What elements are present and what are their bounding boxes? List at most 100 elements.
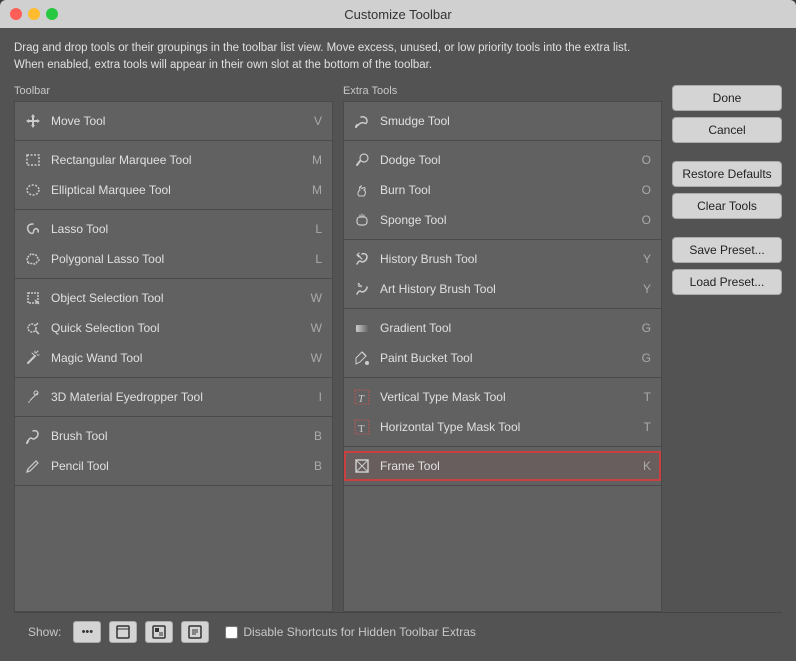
list-item[interactable]: Gradient Tool G: [344, 313, 661, 343]
v-type-mask-shortcut: T: [644, 390, 651, 404]
list-item[interactable]: Rectangular Marquee Tool M: [15, 145, 332, 175]
clear-tools-button[interactable]: Clear Tools: [672, 193, 782, 219]
load-preset-button[interactable]: Load Preset...: [672, 269, 782, 295]
toolbar-icon-2[interactable]: [145, 621, 173, 643]
list-item[interactable]: T Vertical Type Mask Tool T: [344, 382, 661, 412]
smudge-icon: [352, 111, 372, 131]
lasso-icon: [23, 219, 43, 239]
art-history-brush-shortcut: Y: [643, 282, 651, 296]
extra-group-2: Dodge Tool O Burn Tool O: [344, 141, 661, 240]
extra-tools-panel[interactable]: Smudge Tool Dodge Tool: [343, 101, 662, 613]
title-bar: Customize Toolbar: [0, 0, 796, 28]
burn-shortcut: O: [642, 183, 651, 197]
list-item[interactable]: Elliptical Marquee Tool M: [15, 175, 332, 205]
disable-shortcuts-checkbox[interactable]: [225, 626, 238, 639]
list-item[interactable]: Burn Tool O: [344, 175, 661, 205]
minimize-button[interactable]: [28, 8, 40, 20]
v-type-mask-icon: T: [352, 387, 372, 407]
rect-marquee-icon: [23, 150, 43, 170]
toolbar-group-5: 3D Material Eyedropper Tool I: [15, 378, 332, 417]
sponge-shortcut: O: [642, 213, 651, 227]
list-item[interactable]: Smudge Tool: [344, 106, 661, 136]
list-item[interactable]: Pencil Tool B: [15, 451, 332, 481]
list-item[interactable]: T Horizontal Type Mask Tool T: [344, 412, 661, 442]
cancel-button[interactable]: Cancel: [672, 117, 782, 143]
save-preset-button[interactable]: Save Preset...: [672, 237, 782, 263]
history-brush-shortcut: Y: [643, 252, 651, 266]
quick-sel-icon: [23, 318, 43, 338]
toolbar-group-4: Object Selection Tool W Quick Selection …: [15, 279, 332, 378]
quick-sel-name: Quick Selection Tool: [51, 321, 307, 335]
poly-lasso-name: Polygonal Lasso Tool: [51, 252, 311, 266]
poly-lasso-icon: [23, 249, 43, 269]
gradient-name: Gradient Tool: [380, 321, 638, 335]
move-tool-shortcut: V: [314, 114, 322, 128]
pencil-name: Pencil Tool: [51, 459, 310, 473]
toolbar-group-2: Rectangular Marquee Tool M Elliptical Ma…: [15, 141, 332, 210]
toolbar-icon-3[interactable]: [181, 621, 209, 643]
dodge-shortcut: O: [642, 153, 651, 167]
eyedropper-icon: [23, 387, 43, 407]
dodge-icon: [352, 150, 372, 170]
list-item[interactable]: Object Selection Tool W: [15, 283, 332, 313]
list-item[interactable]: Paint Bucket Tool G: [344, 343, 661, 373]
dots-button[interactable]: •••: [73, 621, 101, 643]
sidebar-buttons: Done Cancel Restore Defaults Clear Tools…: [672, 85, 782, 613]
list-item[interactable]: Brush Tool B: [15, 421, 332, 451]
extra-group-1: Smudge Tool: [344, 102, 661, 141]
toolbar-panel[interactable]: Move Tool V Rectangular Marquee Tool M: [14, 101, 333, 613]
move-tool-icon: [23, 111, 43, 131]
sponge-name: Sponge Tool: [380, 213, 638, 227]
object-sel-name: Object Selection Tool: [51, 291, 307, 305]
maximize-button[interactable]: [46, 8, 58, 20]
toolbar-panel-container: Toolbar Move Tool V: [14, 85, 333, 613]
rect-marquee-shortcut: M: [312, 153, 322, 167]
magic-wand-name: Magic Wand Tool: [51, 351, 307, 365]
list-item[interactable]: 3D Material Eyedropper Tool I: [15, 382, 332, 412]
extra-tools-label: Extra Tools: [343, 85, 662, 97]
frame-tool-icon: [352, 456, 372, 476]
dialog-title: Customize Toolbar: [344, 7, 451, 22]
list-item[interactable]: Art History Brush Tool Y: [344, 274, 661, 304]
toolbar-group-1: Move Tool V: [15, 102, 332, 141]
bottom-bar: Show: ••• Disable Shortcuts for Hidden T…: [14, 612, 782, 651]
h-type-mask-name: Horizontal Type Mask Tool: [380, 420, 640, 434]
list-item[interactable]: Magic Wand Tool W: [15, 343, 332, 373]
extra-tools-container: Extra Tools Smudge Tool: [343, 85, 662, 613]
brush-name: Brush Tool: [51, 429, 310, 443]
burn-name: Burn Tool: [380, 183, 638, 197]
sponge-icon: [352, 210, 372, 230]
magic-wand-icon: [23, 348, 43, 368]
list-item[interactable]: Polygonal Lasso Tool L: [15, 244, 332, 274]
eyedropper-name: 3D Material Eyedropper Tool: [51, 390, 315, 404]
done-button[interactable]: Done: [672, 85, 782, 111]
svg-text:T: T: [358, 393, 365, 405]
smudge-name: Smudge Tool: [380, 114, 647, 128]
magic-wand-shortcut: W: [311, 351, 322, 365]
toolbar-label: Toolbar: [14, 85, 333, 97]
paint-bucket-icon: [352, 348, 372, 368]
h-type-mask-icon: T: [352, 417, 372, 437]
list-item[interactable]: Quick Selection Tool W: [15, 313, 332, 343]
main-area: Toolbar Move Tool V: [14, 85, 782, 613]
list-item[interactable]: Move Tool V: [15, 106, 332, 136]
list-item[interactable]: History Brush Tool Y: [344, 244, 661, 274]
svg-text:T: T: [358, 423, 365, 435]
v-type-mask-name: Vertical Type Mask Tool: [380, 390, 640, 404]
lasso-name: Lasso Tool: [51, 222, 311, 236]
frame-tool-shortcut: K: [643, 459, 651, 473]
list-item[interactable]: Lasso Tool L: [15, 214, 332, 244]
list-item[interactable]: Dodge Tool O: [344, 145, 661, 175]
frame-tool-name: Frame Tool: [380, 459, 639, 473]
description-text: Drag and drop tools or their groupings i…: [14, 40, 654, 75]
paint-bucket-shortcut: G: [642, 351, 651, 365]
paint-bucket-name: Paint Bucket Tool: [380, 351, 638, 365]
list-item[interactable]: Sponge Tool O: [344, 205, 661, 235]
ellip-marquee-shortcut: M: [312, 183, 322, 197]
list-item[interactable]: Frame Tool K: [344, 451, 661, 481]
close-button[interactable]: [10, 8, 22, 20]
toolbar-icon-1[interactable]: [109, 621, 137, 643]
burn-icon: [352, 180, 372, 200]
restore-defaults-button[interactable]: Restore Defaults: [672, 161, 782, 187]
history-brush-name: History Brush Tool: [380, 252, 639, 266]
